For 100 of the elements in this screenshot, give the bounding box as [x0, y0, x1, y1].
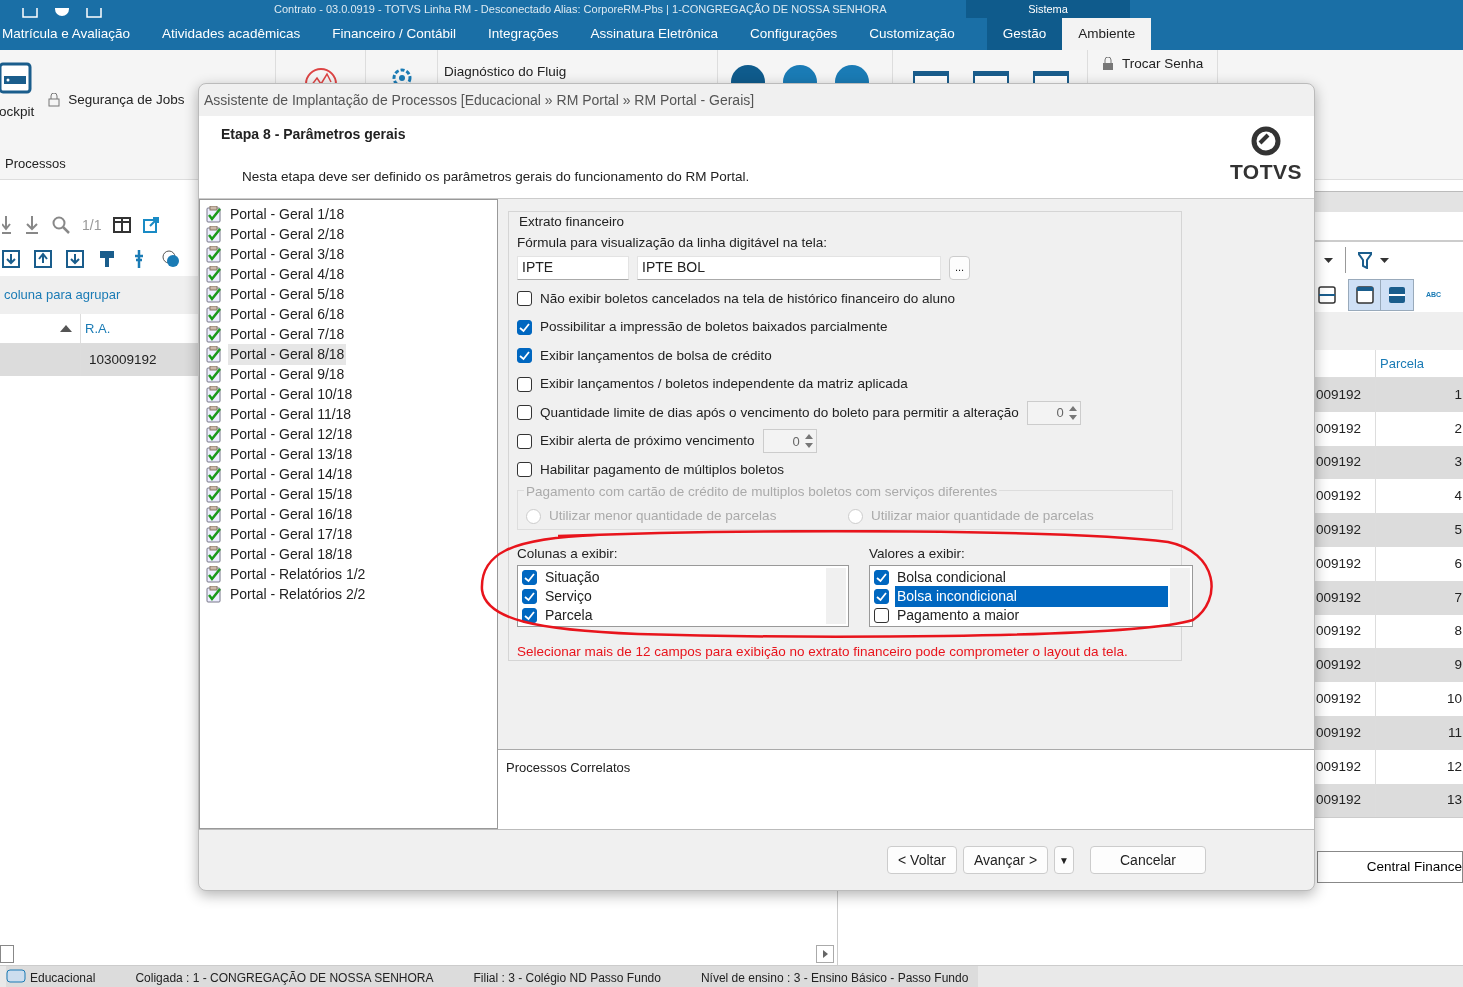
checkbox[interactable]: [517, 405, 532, 421]
step-item[interactable]: Portal - Relatórios 2/2: [228, 583, 368, 605]
caret-icon[interactable]: [1380, 257, 1389, 263]
menu-tab[interactable]: Customização: [853, 18, 971, 50]
warning-text: Selecionar mais de 12 campos para exibição no extrato financeiro pode comprometer o layout da tela.: [517, 643, 1129, 662]
step-item[interactable]: Portal - Geral 15/18: [228, 483, 355, 505]
table-cell-text: 12: [1446, 757, 1462, 776]
step-item[interactable]: Portal - Geral 4/18: [228, 263, 347, 285]
clipboard-check-icon: [206, 445, 222, 463]
checkbox[interactable]: [517, 319, 532, 335]
checkbox[interactable]: [522, 589, 537, 605]
menu-tab[interactable]: Configurações: [734, 18, 854, 50]
table-cell-text: 009192: [1315, 588, 1361, 607]
ribbon-button-label[interactable]: ockpit: [0, 102, 35, 123]
table-cell-text: 7: [1454, 588, 1462, 607]
checkbox[interactable]: [874, 570, 889, 586]
browse-button[interactable]: ...: [949, 255, 971, 280]
option-label: Quantidade limite de dias após o vencimento do boleto para permitir a alteração: [540, 403, 1019, 422]
dropdown-button[interactable]: ▼: [1054, 846, 1074, 874]
export-icon[interactable]: [143, 217, 160, 233]
list-item[interactable]: Parcela: [543, 605, 824, 627]
list-label: Valores a exibir:: [869, 545, 966, 563]
step-item[interactable]: Portal - Geral 6/18: [228, 303, 347, 325]
step-item[interactable]: Portal - Relatórios 1/2: [228, 563, 368, 585]
input-field[interactable]: IPTE: [517, 255, 629, 280]
columns-icon[interactable]: [113, 217, 132, 233]
step-description: Nesta etapa deve ser definido os parâmetros gerais do funcionamento do RM Portal.: [242, 168, 751, 186]
sort-icon[interactable]: [2, 250, 20, 268]
step-item[interactable]: Portal - Geral 16/18: [228, 503, 355, 525]
tab-button[interactable]: Central Finance: [1317, 851, 1463, 884]
menu-tab[interactable]: Gestão: [986, 18, 1063, 50]
table-cell-text: 5: [1454, 520, 1462, 539]
step-item[interactable]: Portal - Geral 11/18: [228, 403, 354, 425]
step-item[interactable]: Portal - Geral 7/18: [228, 323, 347, 345]
checkbox[interactable]: [522, 570, 537, 586]
scroll-right-icon[interactable]: [816, 945, 834, 963]
checkbox[interactable]: [874, 608, 889, 624]
row-layout-icon[interactable]: [1318, 286, 1336, 304]
list-item[interactable]: Pagamento a maior: [895, 605, 1168, 627]
scrollbar-track: [826, 568, 846, 625]
checkbox[interactable]: [874, 589, 889, 605]
search-icon[interactable]: [52, 216, 70, 234]
table-cell-text: 009192: [1315, 689, 1361, 708]
step-item[interactable]: Portal - Geral 9/18: [228, 363, 347, 385]
menu-tab[interactable]: Assinatura Eletrônica: [574, 18, 735, 50]
move-down-icon[interactable]: [66, 250, 84, 268]
step-item[interactable]: Portal - Geral 17/18: [228, 523, 355, 545]
step-item[interactable]: Portal - Geral 10/18: [228, 383, 355, 405]
dialog-button[interactable]: Avançar >: [962, 846, 1049, 874]
shapes-icon[interactable]: [162, 250, 180, 268]
ribbon-button-label[interactable]: Diagnóstico do Fluig: [444, 62, 711, 83]
step-item[interactable]: Portal - Geral 8/18: [228, 343, 347, 365]
sort-ascending-icon[interactable]: [60, 325, 72, 332]
menu-tab[interactable]: Integrações: [472, 18, 575, 50]
clipboard-check-icon: [206, 345, 222, 363]
dialog-button[interactable]: Cancelar: [1090, 846, 1206, 874]
ribbon-button-label[interactable]: Segurança de Jobs: [68, 90, 185, 111]
step-item[interactable]: Portal - Geral 2/18: [228, 223, 347, 245]
column-header[interactable]: Parcela: [1375, 350, 1463, 377]
row-layout-icon[interactable]: [1388, 286, 1406, 304]
step-item[interactable]: Portal - Geral 5/18: [228, 283, 347, 305]
menu-tab[interactable]: Matrícula e Avaliação: [0, 18, 147, 50]
menu-tab[interactable]: Financeiro / Contábil: [316, 18, 472, 50]
step-item[interactable]: Portal - Geral 13/18: [228, 443, 355, 465]
scrollbar-track: [1170, 568, 1190, 625]
menu-tab[interactable]: Ambiente: [1062, 18, 1152, 50]
step-item[interactable]: Portal - Geral 1/18: [228, 203, 347, 225]
download-icon[interactable]: [2, 216, 12, 234]
ribbon-button-label[interactable]: Trocar Senha: [1122, 54, 1204, 75]
move-up-icon[interactable]: [34, 250, 52, 268]
clipboard-check-icon: [206, 285, 222, 303]
clipboard-check-icon: [206, 365, 222, 383]
option-label: Habilitar pagamento de múltiplos boletos: [540, 460, 784, 479]
checkbox[interactable]: [517, 433, 532, 449]
download-icon[interactable]: [24, 216, 40, 234]
table-cell-text: 009192: [1315, 419, 1361, 438]
list-item[interactable]: Bolsa incondicional: [895, 586, 1168, 608]
step-item[interactable]: Portal - Geral 14/18: [228, 463, 355, 485]
input-field[interactable]: IPTE BOL: [637, 255, 941, 280]
option-label: Exibir alerta de próximo vencimento: [540, 432, 755, 451]
checkbox[interactable]: [517, 376, 532, 392]
list-item[interactable]: Serviço: [543, 586, 824, 608]
step-item[interactable]: Portal - Geral 3/18: [228, 243, 347, 265]
filter-icon[interactable]: [1358, 251, 1372, 269]
window-icon[interactable]: [1355, 286, 1374, 304]
table-cell-text: 4: [1454, 487, 1462, 506]
caret-icon[interactable]: [1324, 257, 1333, 263]
list-item[interactable]: Bolsa condicional: [895, 567, 1168, 589]
clipboard-check-icon: [206, 565, 222, 583]
menu-tab[interactable]: Atividades acadêmicas: [146, 18, 317, 50]
checkbox[interactable]: [517, 348, 532, 364]
list-item[interactable]: Situação: [543, 567, 824, 589]
lock-icon: [1102, 57, 1114, 72]
checkbox[interactable]: [517, 462, 532, 478]
app-icon[interactable]: [6, 969, 26, 983]
dialog-button[interactable]: < Voltar: [887, 846, 957, 874]
checkbox[interactable]: [517, 291, 532, 307]
step-item[interactable]: Portal - Geral 12/18: [228, 423, 355, 445]
step-item[interactable]: Portal - Geral 18/18: [228, 543, 355, 565]
table-cell-text: 009192: [1315, 791, 1361, 810]
